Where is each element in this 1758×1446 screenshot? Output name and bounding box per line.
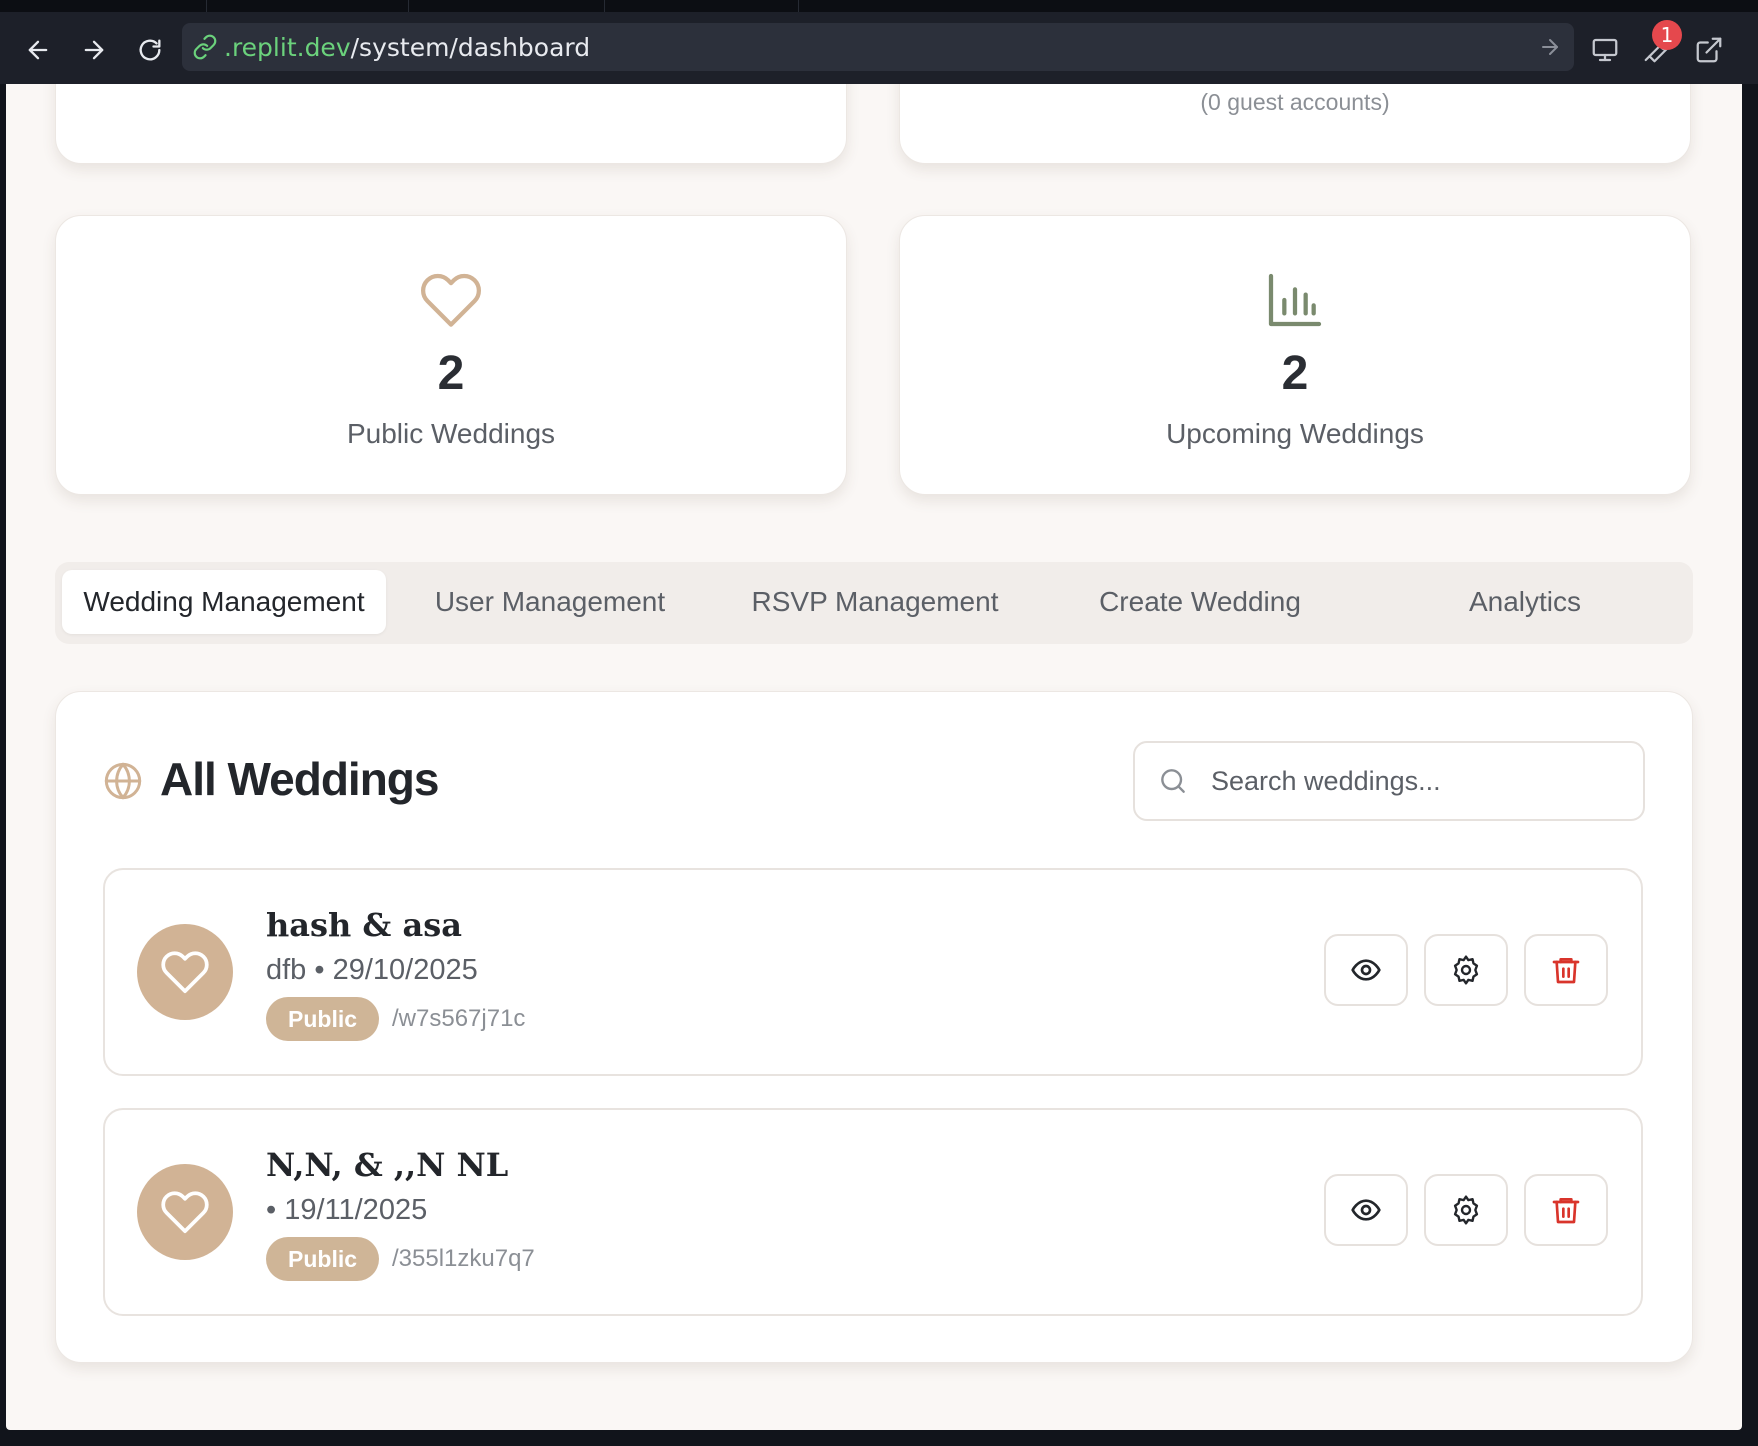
forward-icon bbox=[84, 40, 104, 60]
search-input[interactable] bbox=[1211, 765, 1631, 797]
back-button[interactable] bbox=[20, 32, 56, 68]
devices-button[interactable] bbox=[1585, 30, 1625, 70]
link-icon bbox=[193, 34, 217, 60]
tab-strip bbox=[0, 0, 1758, 12]
couple-names: hash & asa bbox=[266, 906, 462, 944]
devices-icon bbox=[1592, 38, 1618, 62]
tab-analytics[interactable]: Analytics bbox=[1365, 570, 1685, 634]
upcoming-weddings-count: 2 bbox=[1281, 347, 1309, 400]
trash-icon bbox=[1552, 1198, 1580, 1224]
external-link-icon bbox=[1696, 37, 1722, 63]
wedding-row: hash & asa dfb • 29/10/2025 Public /w7s5… bbox=[103, 868, 1643, 1076]
search-icon bbox=[1161, 769, 1185, 793]
heart-icon bbox=[161, 1191, 209, 1234]
notification-badge[interactable]: 1 bbox=[1652, 20, 1682, 50]
bar-chart-icon bbox=[1268, 273, 1322, 327]
forward-button[interactable] bbox=[76, 32, 112, 68]
tab-create-wedding[interactable]: Create Wedding bbox=[1040, 570, 1360, 634]
tab-user-management[interactable]: User Management bbox=[390, 570, 710, 634]
search-box bbox=[1133, 741, 1645, 821]
stat-card-top-right: (0 guest accounts) bbox=[899, 84, 1691, 164]
wedding-avatar bbox=[137, 1164, 233, 1260]
url-host: .replit.dev bbox=[224, 32, 351, 62]
gear-icon bbox=[1453, 1195, 1479, 1225]
delete-wedding-button[interactable] bbox=[1524, 1174, 1608, 1246]
go-arrow-icon[interactable] bbox=[1538, 35, 1562, 59]
eye-icon bbox=[1351, 959, 1381, 981]
wedding-avatar bbox=[137, 924, 233, 1020]
delete-wedding-button[interactable] bbox=[1524, 934, 1608, 1006]
reload-button[interactable] bbox=[132, 32, 168, 68]
gear-icon bbox=[1453, 955, 1479, 985]
all-weddings-panel: All Weddings hash & asa dfb • 29/10/2025… bbox=[55, 691, 1693, 1363]
address-bar[interactable]: .replit.dev/system/dashboard bbox=[182, 23, 1574, 71]
tab-rsvp-management[interactable]: RSVP Management bbox=[715, 570, 1035, 634]
wedding-settings-button[interactable] bbox=[1424, 1174, 1508, 1246]
browser-toolbar: .replit.dev/system/dashboard 1 bbox=[0, 12, 1758, 84]
tab-separator bbox=[206, 0, 207, 12]
stat-card-upcoming-weddings: 2 Upcoming Weddings bbox=[899, 215, 1691, 495]
panel-title: All Weddings bbox=[160, 753, 439, 805]
view-wedding-button[interactable] bbox=[1324, 934, 1408, 1006]
visibility-badge: Public bbox=[266, 1237, 380, 1281]
wedding-meta: dfb • 29/10/2025 bbox=[266, 954, 478, 986]
tab-wedding-management[interactable]: Wedding Management bbox=[62, 570, 386, 634]
wedding-meta: • 19/11/2025 bbox=[266, 1194, 428, 1226]
view-wedding-button[interactable] bbox=[1324, 1174, 1408, 1246]
eye-icon bbox=[1351, 1199, 1381, 1221]
tab-separator bbox=[408, 0, 409, 12]
stat-card-public-weddings: 2 Public Weddings bbox=[55, 215, 847, 495]
back-icon bbox=[28, 40, 48, 60]
trash-icon bbox=[1552, 958, 1580, 984]
open-new-window-button[interactable] bbox=[1689, 30, 1729, 70]
wedding-row: N,N, & ,,N NL • 19/11/2025 Public /355l1… bbox=[103, 1108, 1643, 1316]
wedding-settings-button[interactable] bbox=[1424, 934, 1508, 1006]
page-viewport: (0 guest accounts) 2 Public Weddings 2 U… bbox=[6, 84, 1742, 1430]
stat-card-top-left bbox=[55, 84, 847, 164]
guest-accounts-text: (0 guest accounts) bbox=[1200, 89, 1390, 115]
visibility-badge: Public bbox=[266, 997, 380, 1041]
url-path: /system/dashboard bbox=[350, 32, 591, 62]
management-tabs: Wedding Management User Management RSVP … bbox=[55, 562, 1693, 644]
heart-icon bbox=[421, 273, 481, 327]
tab-separator bbox=[798, 0, 799, 12]
upcoming-weddings-label: Upcoming Weddings bbox=[1166, 418, 1424, 449]
wedding-slug: /w7s567j71c bbox=[392, 1005, 526, 1032]
reload-icon bbox=[139, 39, 161, 61]
heart-icon bbox=[161, 951, 209, 994]
wedding-slug: /355l1zku7q7 bbox=[392, 1245, 535, 1272]
couple-names: N,N, & ,,N NL bbox=[266, 1146, 509, 1184]
public-weddings-count: 2 bbox=[437, 347, 465, 400]
globe-icon bbox=[104, 762, 142, 800]
tab-separator bbox=[604, 0, 605, 12]
public-weddings-label: Public Weddings bbox=[346, 418, 556, 449]
